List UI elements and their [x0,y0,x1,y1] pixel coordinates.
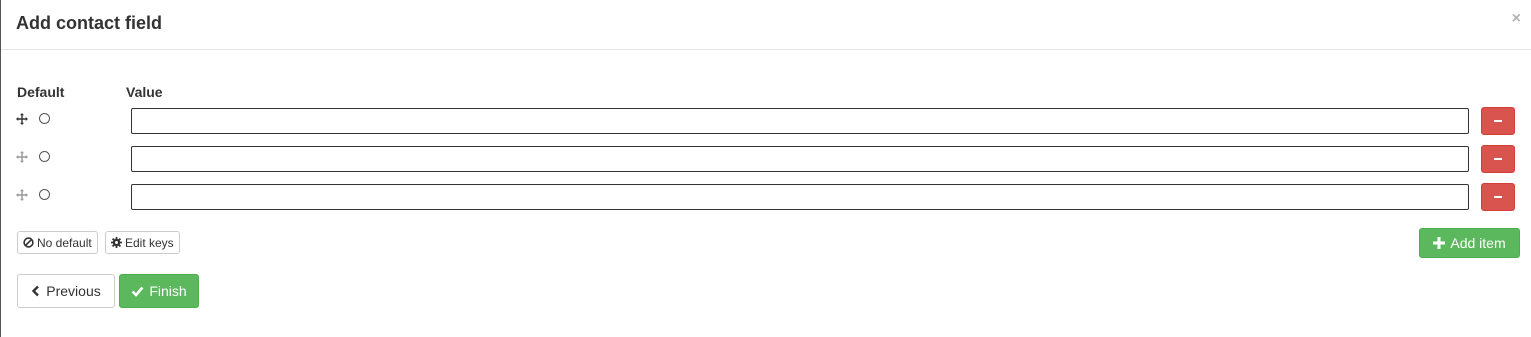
minus-icon [1494,158,1502,160]
dialog-title: Add contact field [16,13,163,33]
check-icon [131,286,144,297]
minus-icon [1494,120,1502,122]
ban-icon [23,237,34,248]
edit-keys-button[interactable]: Edit keys [105,231,180,254]
move-icon[interactable] [16,150,28,163]
default-radio[interactable] [39,189,50,200]
value-input[interactable] [131,184,1469,210]
chevron-left-icon [31,285,40,297]
add-item-label: Add item [1450,235,1506,251]
remove-item-button[interactable] [1481,145,1515,173]
minus-icon [1494,196,1502,198]
remove-item-button[interactable] [1481,107,1515,135]
column-header-value: Value [126,84,163,100]
default-radio[interactable] [39,151,50,162]
list-item [1,107,1531,135]
value-input[interactable] [131,146,1469,172]
add-item-button[interactable]: Add item [1419,228,1520,258]
finish-button[interactable]: Finish [119,274,199,308]
edit-keys-label: Edit keys [125,235,174,250]
dialog-header: Add contact field × [1,0,1531,50]
close-icon[interactable]: × [1512,11,1521,27]
move-icon[interactable] [16,112,28,125]
remove-item-button[interactable] [1481,183,1515,211]
move-icon[interactable] [16,188,28,201]
column-header-default: Default [17,84,65,100]
add-contact-field-dialog: Add contact field × Default Value No def… [0,0,1531,337]
no-default-label: No default [37,235,92,250]
no-default-button[interactable]: No default [17,231,98,254]
finish-label: Finish [149,283,187,299]
plus-icon [1433,237,1446,249]
default-radio[interactable] [39,113,50,124]
previous-label: Previous [46,283,101,299]
list-item [1,145,1531,173]
value-input[interactable] [131,108,1469,134]
list-item [1,183,1531,211]
gear-icon [111,237,122,248]
previous-button[interactable]: Previous [17,274,115,308]
